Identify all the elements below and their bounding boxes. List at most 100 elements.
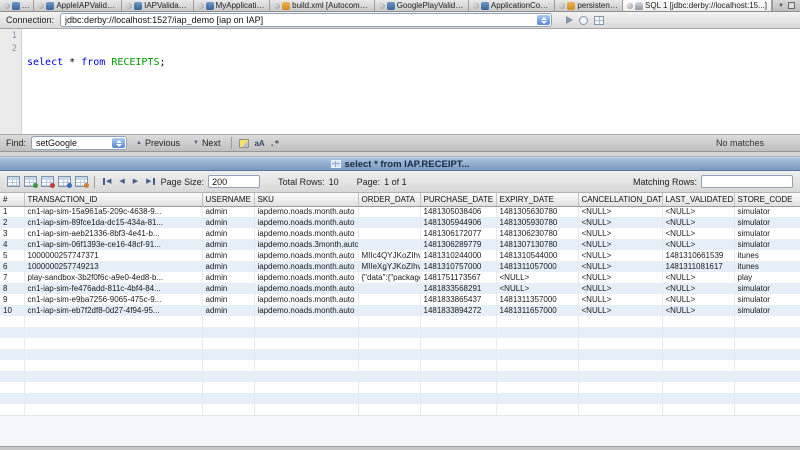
tab-close-icon[interactable] [559,3,565,9]
page-size-input[interactable] [208,175,260,188]
column-header-cancellation-date[interactable]: CANCELLATION_DATE [578,193,662,206]
table-row[interactable]: 8cn1-iap-sim-fe476add-811c-4bf4-84...adm… [0,283,800,294]
table-cell[interactable]: simulator [734,305,800,316]
table-cell[interactable]: simulator [734,294,800,305]
tab-close-icon[interactable] [198,3,204,9]
previous-page-button[interactable]: ◀ [117,178,126,185]
table-cell[interactable]: 1481306230780 [496,228,578,239]
add-record-icon[interactable] [24,176,37,187]
tab-close-icon[interactable] [274,3,280,9]
table-row[interactable]: 2cn1-iap-sim-89fce1da-dc15-434a-81...adm… [0,217,800,228]
tab-close-icon[interactable] [126,3,132,9]
table-cell[interactable]: 9 [0,294,24,305]
editor-tab[interactable]: IAPValidator.java [122,0,193,11]
editor-tab[interactable]: MyApplication.java [194,0,271,11]
dropdown-icon[interactable] [537,15,550,25]
table-row[interactable]: 7play-sandbox-3b2f0f6c-a9e0-4ed8-b...adm… [0,272,800,283]
column-header-order-data[interactable]: ORDER_DATA [358,193,420,206]
table-cell[interactable]: <NULL> [496,283,578,294]
table-cell[interactable] [358,217,420,228]
table-cell[interactable]: itunes [734,261,800,272]
table-cell[interactable] [358,206,420,217]
table-cell[interactable]: iapdemo.noads.month.auto [254,272,358,283]
highlight-results-icon[interactable] [239,139,249,148]
table-cell[interactable]: <NULL> [578,261,662,272]
table-cell[interactable]: 2 [0,217,24,228]
table-cell[interactable]: admin [202,239,254,250]
delete-record-icon[interactable] [41,176,54,187]
table-cell[interactable]: cn1-iap-sim-15a961a5-209c-4638-9... [24,206,202,217]
table-cell[interactable]: 1481305944906 [420,217,496,228]
table-cell[interactable]: cn1-iap-sim-89fce1da-dc15-434a-81... [24,217,202,228]
find-previous-button[interactable]: ▲ Previous [132,138,184,148]
column-header-last-validated[interactable]: LAST_VALIDATED [662,193,734,206]
table-cell[interactable] [358,283,420,294]
table-cell[interactable]: 1481311357000 [496,294,578,305]
table-cell[interactable]: <NULL> [662,305,734,316]
table-cell[interactable]: 1481833865437 [420,294,496,305]
table-cell[interactable]: 1481305930780 [496,217,578,228]
table-cell[interactable]: 1481310244000 [420,250,496,261]
tab-close-icon[interactable] [38,3,44,9]
table-row[interactable]: 3cn1-iap-sim-aeb21336-8bf3-4e41-b...admi… [0,228,800,239]
table-cell[interactable]: <NULL> [578,228,662,239]
table-cell[interactable]: <NULL> [662,206,734,217]
dropdown-icon[interactable] [112,138,125,148]
table-cell[interactable]: admin [202,272,254,283]
keep-prior-result-icon[interactable] [594,16,604,25]
next-page-button[interactable]: ▶ [131,178,140,185]
table-row[interactable]: 1cn1-iap-sim-15a961a5-209c-4638-9...admi… [0,206,800,217]
table-cell[interactable]: admin [202,261,254,272]
column-header-sku[interactable]: SKU [254,193,358,206]
table-cell[interactable]: <NULL> [662,294,734,305]
table-cell[interactable]: cn1-iap-sim-eb7f2df8-0d27-4f94-95... [24,305,202,316]
table-cell[interactable]: admin [202,305,254,316]
table-cell[interactable]: iapdemo.noads.month.auto [254,283,358,294]
tab-close-icon[interactable] [4,3,10,9]
match-case-icon[interactable]: aA [254,139,264,148]
column-header-username[interactable]: USERNAME [202,193,254,206]
editor-tab[interactable]: ApplicationConfig.java [469,0,555,11]
tab-close-icon[interactable] [473,3,479,9]
table-cell[interactable]: 1481305630780 [496,206,578,217]
table-row[interactable]: 61000000257749213adminiapdemo.noads.mont… [0,261,800,272]
table-cell[interactable] [358,305,420,316]
table-cell[interactable]: simulator [734,217,800,228]
table-cell[interactable]: <NULL> [578,272,662,283]
table-cell[interactable]: 1481311081617 [662,261,734,272]
table-cell[interactable]: admin [202,217,254,228]
table-cell[interactable]: 1481310757000 [420,261,496,272]
table-cell[interactable]: 1481305038406 [420,206,496,217]
commit-changes-icon[interactable] [58,176,71,187]
regex-icon[interactable]: .* [270,139,280,148]
table-cell[interactable]: <NULL> [578,217,662,228]
insert-record-icon[interactable] [7,176,20,187]
table-cell[interactable]: <NULL> [578,206,662,217]
table-cell[interactable]: iapdemo.noads.3month.auto [254,239,358,250]
table-cell[interactable]: cn1-iap-sim-aeb21336-8bf3-4e41-b... [24,228,202,239]
last-page-button[interactable]: ▶ [144,178,156,185]
table-cell[interactable]: admin [202,250,254,261]
table-cell[interactable] [358,239,420,250]
table-cell[interactable]: 7 [0,272,24,283]
table-cell[interactable]: simulator [734,228,800,239]
table-cell[interactable]: 1481311657000 [496,305,578,316]
table-cell[interactable]: iapdemo.noads.month.auto [254,228,358,239]
table-cell[interactable]: <NULL> [662,272,734,283]
table-cell[interactable]: iapdemo.noads.month.auto [254,305,358,316]
table-cell[interactable]: 8 [0,283,24,294]
table-cell[interactable]: <NULL> [662,217,734,228]
table-cell[interactable]: 1481751173567 [420,272,496,283]
table-cell[interactable]: 1481833894272 [420,305,496,316]
table-cell[interactable]: cn1-iap-sim-fe476add-811c-4bf4-84... [24,283,202,294]
table-cell[interactable]: 1481310544000 [496,250,578,261]
table-cell[interactable]: {"data":{"packageNam... [358,272,420,283]
table-cell[interactable]: itunes [734,250,800,261]
table-cell[interactable]: admin [202,294,254,305]
table-cell[interactable] [358,228,420,239]
table-cell[interactable]: play [734,272,800,283]
editor-tab[interactable]: persistence.xml [555,0,623,11]
table-cell[interactable]: iapdemo.noads.month.auto [254,250,358,261]
table-cell[interactable]: <NULL> [662,228,734,239]
sql-editor[interactable]: 1 2 select * from RECEIPTS; [0,29,800,135]
